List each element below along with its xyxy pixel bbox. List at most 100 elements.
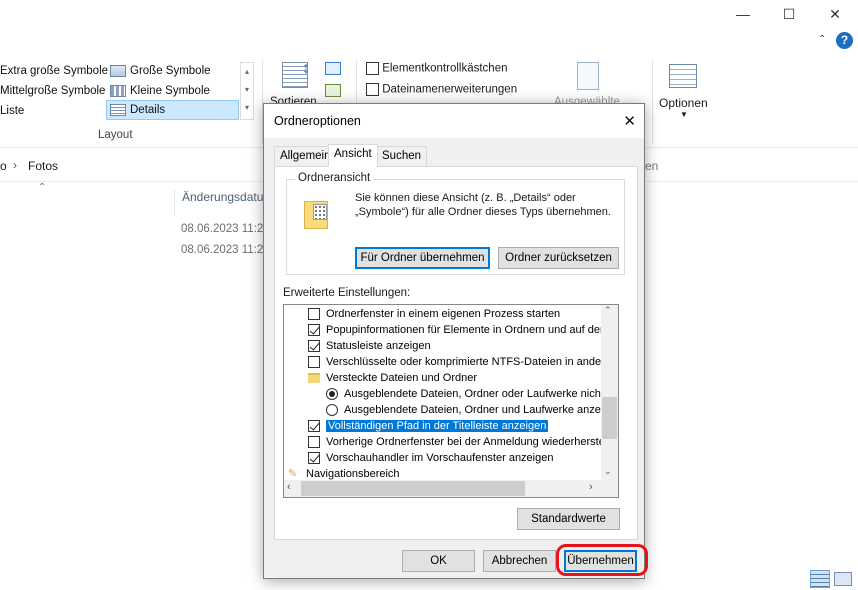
folder-icon	[308, 373, 320, 383]
setting-label: Vorherige Ordnerfenster bei der Anmeldun…	[326, 436, 619, 448]
item-checkboxes-toggle[interactable]: Elementkontrollkästchen	[366, 62, 508, 75]
layout-details-label: Details	[130, 104, 166, 116]
item-checkboxes-label: Elementkontrollkästchen	[382, 62, 508, 75]
setting-hide-hidden-files[interactable]: Ausgeblendete Dateien, Ordner oder Laufw…	[326, 386, 613, 402]
tab-suchen[interactable]: Suchen	[376, 146, 428, 166]
tree-horizontal-scrollbar[interactable]: ‹ ›	[284, 480, 603, 497]
layout-group-label: Layout	[98, 129, 133, 141]
layout-large-icons[interactable]: Große Symbole	[110, 62, 211, 80]
apply-button-highlight	[556, 544, 648, 576]
setting-restore-windows[interactable]: Vorherige Ordnerfenster bei der Anmeldun…	[308, 434, 618, 450]
setting-label: Statusleiste anzeigen	[326, 340, 431, 352]
ribbon-collapse-icon[interactable]: ⌃	[818, 34, 832, 48]
hscroll-thumb[interactable]	[301, 481, 525, 496]
help-icon[interactable]: ?	[836, 32, 853, 49]
layout-medium-icons[interactable]: Mittelgroße Symbole	[0, 82, 105, 100]
checkbox[interactable]	[308, 452, 320, 464]
checkbox[interactable]	[308, 340, 320, 352]
breadcrumb-separator: ›	[13, 158, 17, 172]
view-tab-panel: Ordneransicht Sie können diese Ansicht (…	[274, 166, 638, 540]
setting-preview-handlers[interactable]: Vorschauhandler im Vorschaufenster anzei…	[308, 450, 603, 466]
radio-button[interactable]	[326, 388, 338, 400]
radio-button[interactable]	[326, 404, 338, 416]
maximize-button[interactable]: ☐	[766, 0, 812, 28]
scroll-up-icon[interactable]: ⌃	[604, 305, 612, 316]
setting-label: Verschlüsselte oder komprimierte NTFS-Da…	[326, 356, 615, 368]
column-header-date[interactable]: Änderungsdatu	[174, 190, 263, 216]
group-by-icon[interactable]	[325, 62, 341, 75]
details-view-toggle-icon[interactable]	[810, 570, 830, 588]
small-icons-icon	[110, 84, 126, 97]
folder-view-group-label: Ordneransicht	[295, 172, 374, 184]
folder-view-icon	[304, 201, 328, 229]
tree-vertical-scrollbar[interactable]: ⌃ ⌄	[601, 305, 618, 482]
cancel-button[interactable]: Abbrechen	[483, 550, 556, 572]
item-checkboxes-checkbox[interactable]	[366, 62, 379, 75]
setting-status-bar[interactable]: Statusleiste anzeigen	[308, 338, 603, 354]
address-truncated: o	[0, 159, 7, 173]
setting-label: Navigationsbereich	[306, 468, 400, 480]
close-window-button[interactable]: ✕	[812, 0, 858, 28]
setting-full-path-titlebar[interactable]: Vollständigen Pfad in der Titelleiste an…	[308, 418, 603, 434]
search-box-tail[interactable]: en	[645, 159, 658, 173]
options-dropdown-icon[interactable]: ▼	[680, 110, 688, 119]
setting-show-hidden-files[interactable]: Ausgeblendete Dateien, Ordner und Laufwe…	[326, 402, 609, 418]
options-icon[interactable]	[669, 64, 697, 88]
ok-button[interactable]: OK	[402, 550, 475, 572]
setting-label: Vorschauhandler im Vorschaufenster anzei…	[326, 452, 554, 464]
breadcrumb-fotos[interactable]: Fotos	[28, 159, 58, 173]
advanced-settings-label: Erweiterte Einstellungen:	[283, 287, 411, 299]
setting-label: Ausgeblendete Dateien, Ordner oder Laufw…	[344, 388, 614, 400]
folder-view-description: Sie können diese Ansicht (z. B. „Details…	[355, 192, 611, 218]
restore-defaults-button[interactable]: Standardwerte	[517, 508, 620, 530]
tab-ansicht[interactable]: Ansicht	[328, 144, 378, 167]
setting-separate-process[interactable]: Ordnerfenster in einem eigenen Prozess s…	[308, 306, 603, 322]
checkbox[interactable]	[308, 324, 320, 336]
layout-large-icons-label: Große Symbole	[130, 65, 211, 77]
layout-details[interactable]: Details	[106, 100, 239, 120]
checkbox[interactable]	[308, 308, 320, 320]
setting-label: Ordnerfenster in einem eigenen Prozess s…	[326, 308, 561, 320]
options-button[interactable]: Optionen	[659, 96, 708, 110]
folder-options-dialog: Ordneroptionen ✕ Allgemein Ansicht Suche…	[263, 103, 645, 579]
setting-ntfs-color[interactable]: Verschlüsselte oder komprimierte NTFS-Da…	[308, 354, 615, 370]
checkbox[interactable]	[308, 420, 320, 432]
setting-popup-info[interactable]: Popupinformationen für Elemente in Ordne…	[308, 322, 618, 338]
minimize-button[interactable]: —	[720, 0, 766, 28]
large-icons-icon	[110, 64, 126, 77]
layout-small-icons-label: Kleine Symbole	[130, 85, 210, 97]
checkbox[interactable]	[308, 436, 320, 448]
setting-hidden-files-group: Versteckte Dateien und Ordner	[308, 370, 603, 386]
details-icon	[110, 103, 126, 116]
dialog-titlebar[interactable]: Ordneroptionen	[264, 104, 644, 138]
hide-selected-icon[interactable]	[577, 62, 599, 90]
folder-view-group: Ordneransicht Sie können diese Ansicht (…	[286, 172, 625, 275]
file-extensions-label: Dateinamenerweiterungen	[382, 83, 518, 96]
scrollbar-corner	[601, 480, 618, 497]
setting-label: Vollständigen Pfad in der Titelleiste an…	[326, 420, 549, 432]
setting-label: Ausgeblendete Dateien, Ordner und Laufwe…	[344, 404, 610, 416]
setting-label: Versteckte Dateien und Ordner	[326, 372, 478, 384]
layout-extra-large-icons[interactable]: Extra große Symbole	[0, 62, 108, 80]
advanced-settings-tree[interactable]: Ordnerfenster in einem eigenen Prozess s…	[283, 304, 619, 498]
ribbon-separator	[652, 60, 653, 144]
layout-scroll[interactable]: ▴ ▾ ▾	[240, 62, 254, 120]
file-extensions-toggle[interactable]: Dateinamenerweiterungen	[366, 83, 517, 96]
sort-indicator-icon: ⌃	[38, 182, 47, 193]
apply-to-folders-button[interactable]: Für Ordner übernehmen	[355, 247, 490, 269]
vscroll-thumb[interactable]	[602, 397, 617, 439]
sort-arrows-icon: ↕	[302, 60, 310, 77]
setting-label: Popupinformationen für Elemente in Ordne…	[326, 324, 619, 336]
checkbox[interactable]	[308, 356, 320, 368]
file-row-date: 08.06.2023 11:25	[181, 223, 270, 235]
add-columns-icon[interactable]	[325, 84, 341, 97]
scroll-right-icon[interactable]: ›	[589, 481, 593, 493]
layout-small-icons[interactable]: Kleine Symbole	[110, 82, 210, 100]
file-extensions-checkbox[interactable]	[366, 83, 379, 96]
layout-list[interactable]: Liste	[0, 102, 24, 120]
dialog-close-icon[interactable]: ✕	[623, 112, 636, 130]
scroll-down-icon[interactable]: ⌄	[604, 466, 612, 477]
large-icons-view-toggle-icon[interactable]	[834, 572, 852, 586]
reset-folders-button[interactable]: Ordner zurücksetzen	[498, 247, 619, 269]
scroll-left-icon[interactable]: ‹	[287, 481, 291, 493]
